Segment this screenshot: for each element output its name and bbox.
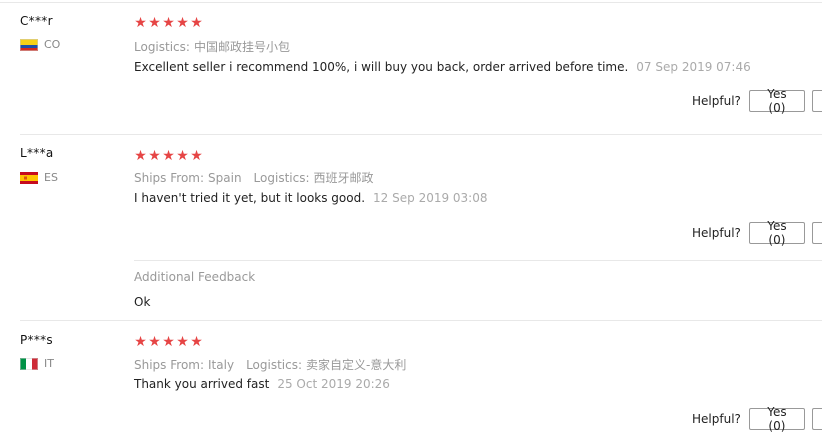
reviewer-name: P***s	[20, 333, 53, 347]
review-body: Thank you arrived fast	[134, 377, 270, 391]
helpful-label: Helpful?	[692, 412, 741, 426]
helpful-no-button[interactable]	[812, 90, 822, 112]
star-icon: ★	[134, 334, 148, 350]
review-meta: Ships From: Spain Logistics: 西班牙邮政	[134, 169, 374, 186]
reviewer-country: IT	[20, 357, 54, 370]
star-icon: ★	[148, 334, 162, 350]
country-code: CO	[44, 38, 61, 51]
helpful-yes-button[interactable]: Yes (0)	[748, 405, 805, 433]
star-icon: ★	[148, 15, 162, 31]
helpful-yes-button[interactable]: Yes (0)	[748, 219, 805, 247]
ships-from-label: Ships From:	[134, 171, 205, 185]
star-icon: ★	[176, 148, 190, 164]
logistics-label: Logistics:	[246, 358, 303, 372]
star-icon: ★	[162, 15, 176, 31]
helpful-label: Helpful?	[692, 226, 741, 240]
star-icon: ★	[162, 148, 176, 164]
review-date: 25 Oct 2019 20:26	[277, 377, 390, 391]
review-text: I haven't tried it yet, but it looks goo…	[134, 191, 488, 205]
review-body: I haven't tried it yet, but it looks goo…	[134, 191, 366, 205]
helpful-yes-button[interactable]: Yes (0)	[748, 87, 805, 115]
reviewer-country: ES	[20, 171, 58, 184]
star-icon: ★	[176, 15, 190, 31]
star-icon: ★	[190, 148, 204, 164]
review-meta: Ships From: Italy Logistics: 卖家自定义-意大利	[134, 356, 406, 373]
ships-from-value: Spain	[208, 171, 242, 185]
logistics-value: 中国邮政挂号小包	[193, 40, 290, 54]
review-body: Excellent seller i recommend 100%, i wil…	[134, 60, 629, 74]
star-icon: ★	[190, 334, 204, 350]
review-item: C***r CO ★★★★★ Logistics: 中国邮政挂号小包 Excell…	[0, 0, 822, 134]
review-item: P***s IT ★★★★★ Ships From: Italy Logistics…	[0, 320, 822, 440]
star-icon: ★	[134, 148, 148, 164]
star-rating: ★★★★★	[134, 335, 204, 349]
helpful-group: Helpful? Yes (0)	[692, 87, 805, 115]
reviewer-country: CO	[20, 38, 60, 51]
review-text: Excellent seller i recommend 100%, i wil…	[134, 60, 751, 74]
country-code: IT	[44, 357, 54, 370]
review-date: 07 Sep 2019 07:46	[636, 60, 751, 74]
star-icon: ★	[190, 15, 204, 31]
helpful-no-button[interactable]	[812, 408, 822, 430]
logistics-value: 卖家自定义-意大利	[306, 358, 407, 372]
helpful-no-button[interactable]	[812, 222, 822, 244]
star-icon: ★	[134, 15, 148, 31]
additional-feedback-text: Ok	[134, 295, 151, 309]
logistics-value: 西班牙邮政	[313, 171, 374, 185]
helpful-label: Helpful?	[692, 94, 741, 108]
helpful-group: Helpful? Yes (0)	[692, 405, 805, 433]
reviewer-name: L***a	[20, 146, 54, 160]
country-code: ES	[44, 171, 58, 184]
star-rating: ★★★★★	[134, 16, 204, 30]
additional-feedback-label: Additional Feedback	[134, 270, 256, 284]
logistics-label: Logistics:	[253, 171, 310, 185]
italy-flag-icon	[20, 357, 38, 370]
star-icon: ★	[176, 334, 190, 350]
review-meta: Logistics: 中国邮政挂号小包	[134, 38, 290, 55]
ships-from-label: Ships From:	[134, 358, 205, 372]
star-icon: ★	[162, 334, 176, 350]
review-date: 12 Sep 2019 03:08	[373, 191, 488, 205]
spain-flag-icon	[20, 171, 38, 184]
logistics-label: Logistics:	[134, 40, 190, 54]
additional-divider	[134, 260, 822, 261]
helpful-group: Helpful? Yes (0)	[692, 219, 805, 247]
review-text: Thank you arrived fast 25 Oct 2019 20:26	[134, 377, 390, 391]
star-rating: ★★★★★	[134, 149, 204, 163]
reviewer-name: C***r	[20, 14, 53, 28]
colombia-flag-icon	[20, 38, 38, 51]
ships-from-value: Italy	[208, 358, 235, 372]
review-item: L***a ES ★★★★★ Ships From: Spain Logistics…	[0, 134, 822, 320]
star-icon: ★	[148, 148, 162, 164]
